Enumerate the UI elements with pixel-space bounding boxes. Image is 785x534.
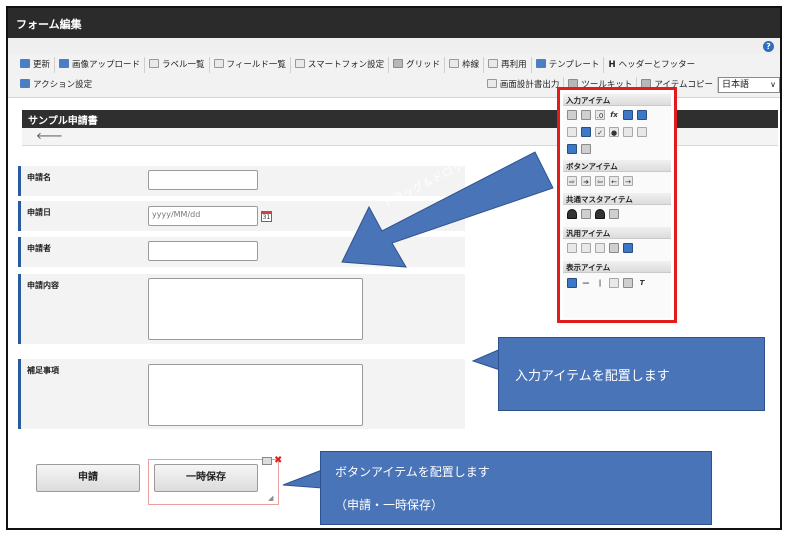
button-callout-pointer	[282, 469, 323, 489]
input-items-callout: 入力アイテムを配置します	[498, 337, 765, 411]
button-callout-line1-wrap: ボタンアイテムを配置します	[335, 463, 490, 480]
button-callout-line2-wrap: （申請・一時保存）	[335, 496, 443, 513]
input-callout-text: 入力アイテムを配置します	[515, 369, 670, 384]
button-items-callout: ボタンアイテムを配置します （申請・一時保存）	[320, 451, 712, 525]
button-callout-line2: （申請・一時保存）	[335, 498, 444, 512]
button-callout-line1: ボタンアイテムを配置します	[335, 465, 490, 479]
input-callout-text-wrap: 入力アイテムを配置します	[515, 365, 670, 384]
